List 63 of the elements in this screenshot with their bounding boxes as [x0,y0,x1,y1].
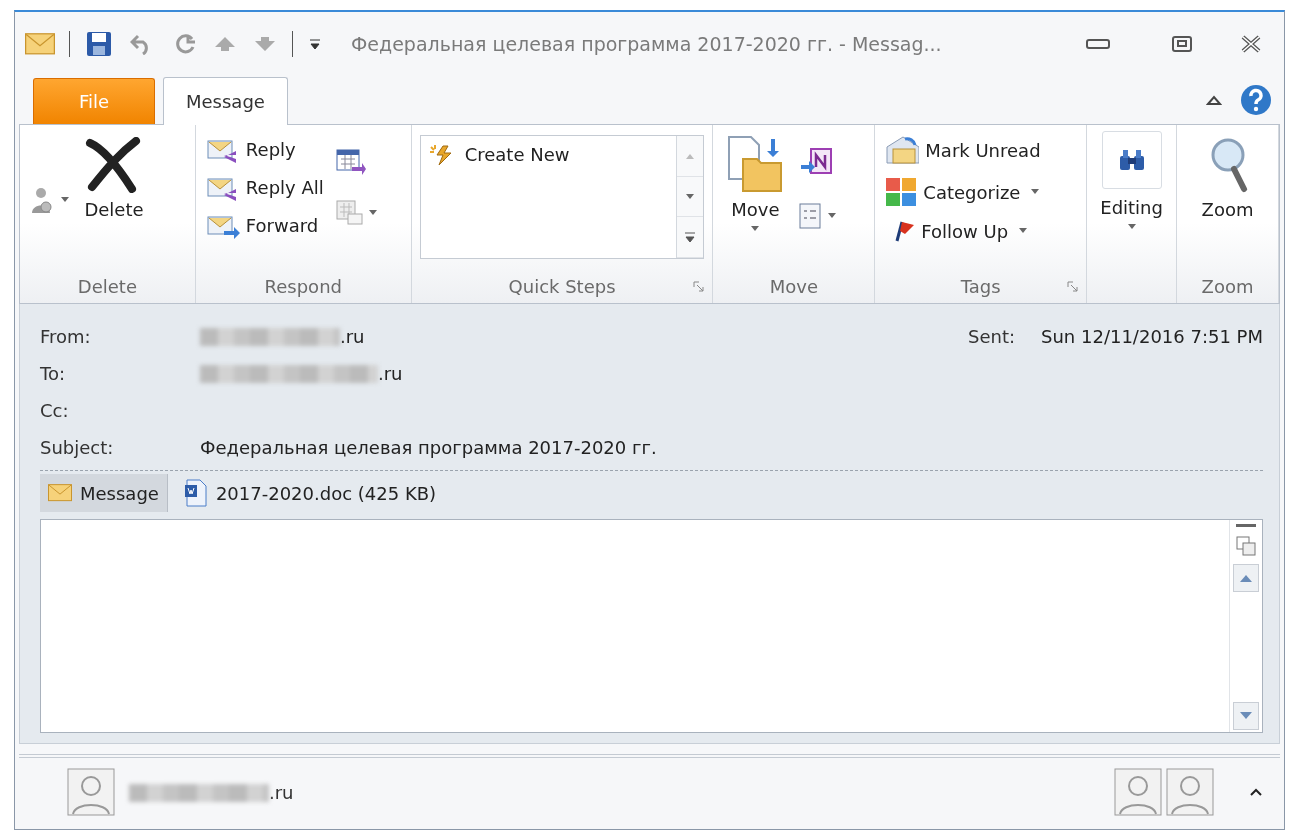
sent-date: Sun 12/11/2016 7:51 PM [1041,326,1263,347]
attachment-tab[interactable]: Message [40,474,168,512]
flag-icon [893,219,916,243]
caret-icon [827,213,838,219]
gallery-more-button[interactable] [677,217,704,258]
field-label: Cc: [40,400,70,421]
attachment-tab[interactable]: 2017-2020.doc (425 KB) [175,474,445,512]
field-label: To: [40,363,66,384]
envelope-icon [25,33,55,55]
envelope-icon [885,135,920,165]
caret-icon [60,197,70,203]
group-label: Respond [264,275,342,297]
group-label: Tags [960,275,1001,297]
up-arrow-icon [1239,574,1253,582]
field-label: Subject: [40,437,115,458]
group-label: Zoom [1201,275,1254,297]
squares-icon [885,177,918,207]
scroll-down-button[interactable] [1233,702,1259,730]
reply-button[interactable]: Reply [203,131,326,167]
caret-icon [1018,228,1029,234]
field-value: .ru [200,363,1263,384]
document-icon [183,479,208,507]
expand-icon[interactable] [1248,786,1264,798]
help-icon[interactable] [1238,82,1274,118]
caret-icon [685,193,696,200]
reply-all-button[interactable]: Reply All [203,169,326,205]
field-value: Федеральная целевая программа 2017-2020 гг. [200,437,658,458]
scroll-up-button[interactable] [1233,564,1259,592]
group-label: Move [769,275,819,297]
move-button[interactable]: Move [721,131,790,269]
more-icon [684,231,697,244]
editing-button[interactable]: Editing [1096,189,1167,236]
group-label: Delete [77,275,137,297]
ribbon-tab[interactable]: Message [163,77,288,125]
mark-unread-button[interactable]: Mark Unread [883,131,1043,169]
dialog-launcher-icon[interactable] [1067,281,1079,292]
envelope-icon [48,484,72,502]
down-arrow-icon [1239,712,1253,720]
categorize-button[interactable]: Categorize [883,173,1043,211]
up-arrow-icon [685,152,696,159]
zoom-button[interactable]: Zoom [1197,131,1258,269]
avatar-icon [1114,768,1162,816]
splitter-icon [1236,524,1256,528]
caret-icon [367,210,378,216]
window-title: Федеральная целевая программа 2017-2020 гг. - Messag... [351,33,943,55]
follow-up-button[interactable]: Follow Up [883,215,1043,247]
group-label: Quick Steps [508,275,616,297]
contact-name[interactable]: .ru [129,782,294,803]
delete-button[interactable]: Delete [80,131,148,226]
sent-label: Sent: [968,326,1016,347]
dialog-launcher-icon[interactable] [693,281,705,292]
forward-button[interactable]: Forward [203,207,326,243]
field-value: .ru [200,326,968,347]
person-icon [30,185,54,215]
caret-icon [1126,224,1137,230]
format-icon[interactable] [1234,534,1258,558]
caret-icon [1030,189,1041,195]
save-icon[interactable] [84,29,114,59]
find-icon[interactable] [1101,131,1162,189]
avatar-icon [67,768,115,816]
caret-icon [750,226,761,232]
field-label: From: [40,326,92,347]
avatar-icon [1166,768,1214,816]
